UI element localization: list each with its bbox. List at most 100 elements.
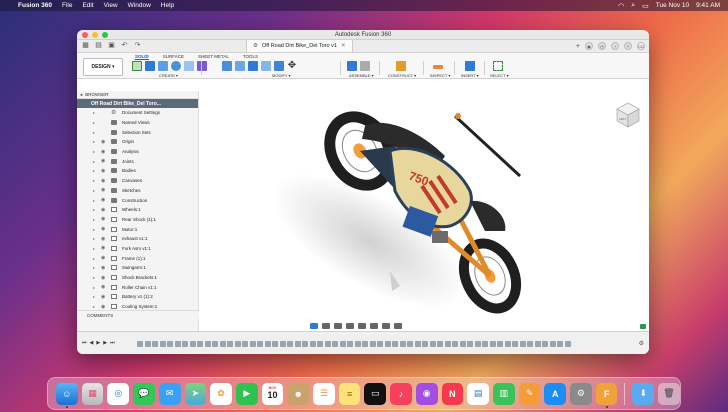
pages-icon[interactable]: ✎ bbox=[518, 382, 541, 405]
timeline-feature[interactable] bbox=[557, 341, 563, 347]
comment-icon[interactable] bbox=[640, 324, 646, 329]
wifi-icon[interactable]: ◠ bbox=[618, 2, 624, 10]
visibility-eye-icon[interactable]: ◉ bbox=[101, 158, 105, 164]
extrude-icon[interactable] bbox=[158, 61, 168, 71]
timeline-feature[interactable] bbox=[182, 341, 188, 347]
zoom-icon[interactable] bbox=[346, 323, 354, 329]
timeline-feature[interactable] bbox=[339, 341, 346, 347]
timeline-feature[interactable] bbox=[489, 341, 496, 347]
timeline-feature[interactable] bbox=[467, 341, 473, 347]
visibility-eye-icon[interactable]: ◉ bbox=[101, 236, 105, 242]
fit-icon[interactable] bbox=[358, 323, 366, 329]
timeline-feature[interactable] bbox=[542, 341, 548, 347]
expand-arrow-icon[interactable]: ▸ bbox=[93, 217, 95, 222]
timeline-feature[interactable] bbox=[422, 341, 428, 347]
timeline-feature[interactable] bbox=[152, 341, 158, 347]
new-component-icon[interactable] bbox=[145, 61, 155, 71]
orbit-icon[interactable] bbox=[310, 323, 318, 329]
zoom-window-button[interactable] bbox=[102, 32, 108, 38]
browser-header[interactable]: ◂ BROWSER bbox=[77, 91, 198, 99]
timeline-feature[interactable] bbox=[287, 341, 293, 347]
browser-tree-item[interactable]: ▸ ◉ Fork Asm v1:1 bbox=[77, 244, 198, 254]
contacts-icon[interactable]: ☻ bbox=[287, 382, 310, 405]
expand-arrow-icon[interactable]: ▸ bbox=[93, 256, 95, 261]
browser-tree-item[interactable]: ▸ Selection Sets bbox=[77, 127, 198, 137]
redo-icon[interactable]: ↷ bbox=[133, 42, 142, 50]
timeline-feature[interactable] bbox=[279, 341, 286, 347]
visibility-eye-icon[interactable]: ◉ bbox=[101, 265, 105, 271]
visibility-eye-icon[interactable]: ◉ bbox=[101, 255, 105, 261]
trash-icon[interactable]: 🗑 bbox=[658, 382, 680, 405]
expand-arrow-icon[interactable]: ▸ bbox=[93, 275, 95, 280]
visibility-eye-icon[interactable]: ◉ bbox=[101, 168, 105, 174]
move-icon[interactable]: ✥ bbox=[287, 61, 297, 71]
timeline-feature[interactable] bbox=[519, 341, 526, 347]
mail-icon[interactable]: ✉ bbox=[158, 382, 181, 405]
browser-tree-item[interactable]: ▸ ◉ Wheels:1 bbox=[77, 205, 198, 215]
tab-surface[interactable]: SURFACE bbox=[163, 54, 184, 60]
user-avatar[interactable]: CD bbox=[637, 42, 645, 50]
browser-tree-item[interactable]: ▸ ◉ Rear Shock (1):1 bbox=[77, 215, 198, 225]
timeline-feature[interactable] bbox=[437, 341, 443, 347]
expand-arrow-icon[interactable]: ▸ bbox=[93, 236, 95, 241]
visibility-eye-icon[interactable]: ◉ bbox=[101, 139, 105, 145]
job-status-icon[interactable]: ◷ bbox=[598, 42, 606, 50]
browser-tree-item[interactable]: ▸ ◉ Construction bbox=[77, 195, 198, 205]
browser-tree-item[interactable]: ▸ ◉ exhaust v1:1 bbox=[77, 234, 198, 244]
keynote-icon[interactable]: ▤ bbox=[467, 382, 489, 405]
safari-icon[interactable]: ◎ bbox=[107, 382, 130, 405]
create-group-label[interactable]: CREATE ▾ bbox=[159, 73, 178, 78]
viewcube-icon[interactable]: LEFT bbox=[615, 101, 641, 129]
numbers-icon[interactable]: ▥ bbox=[492, 382, 515, 405]
shell-icon[interactable] bbox=[261, 61, 271, 71]
pan-icon[interactable] bbox=[334, 323, 342, 329]
expand-arrow-icon[interactable]: ▸ bbox=[93, 110, 95, 115]
browser-tree-item[interactable]: ▸ ◉ Joints bbox=[77, 156, 198, 166]
visibility-eye-icon[interactable]: ◉ bbox=[101, 226, 105, 232]
browser-tree-item[interactable]: ▸ Named Views bbox=[77, 118, 198, 128]
timeline-feature[interactable] bbox=[497, 341, 503, 347]
menubar-time[interactable]: 9:41 AM bbox=[696, 2, 720, 9]
photos-icon[interactable]: ✿ bbox=[210, 382, 232, 405]
timeline-feature[interactable] bbox=[174, 341, 181, 347]
create-sketch-icon[interactable] bbox=[132, 61, 142, 71]
viewports-icon[interactable] bbox=[394, 323, 402, 329]
timeline-feature[interactable] bbox=[309, 341, 316, 347]
press-pull-icon[interactable] bbox=[222, 61, 232, 71]
design-canvas[interactable]: 750 LEFT bbox=[200, 91, 649, 331]
fillet-icon[interactable] bbox=[235, 61, 245, 71]
tab-sheet-metal[interactable]: SHEET METAL bbox=[198, 54, 229, 60]
downloads-icon[interactable]: ⬇ bbox=[632, 382, 655, 405]
menu-app-name[interactable]: Fusion 360 bbox=[18, 2, 52, 9]
visibility-eye-icon[interactable]: ◉ bbox=[101, 197, 105, 203]
look-at-icon[interactable] bbox=[322, 323, 330, 329]
podcasts-icon[interactable]: ◉ bbox=[415, 382, 438, 405]
fusion-360-icon[interactable]: F bbox=[595, 382, 618, 408]
timeline-feature[interactable] bbox=[452, 341, 458, 347]
expand-arrow-icon[interactable]: ▸ bbox=[93, 227, 95, 232]
notes-icon[interactable]: ≡ bbox=[338, 382, 361, 405]
expand-arrow-icon[interactable]: ▸ bbox=[93, 168, 95, 173]
music-icon[interactable]: ♪ bbox=[390, 382, 412, 405]
timeline-feature[interactable] bbox=[407, 341, 413, 347]
insert-group-label[interactable]: INSERT ▾ bbox=[461, 73, 479, 78]
form-icon[interactable] bbox=[197, 61, 207, 71]
menubar-date[interactable]: Tue Nov 10 bbox=[656, 2, 689, 9]
news-icon[interactable]: N bbox=[441, 382, 464, 405]
browser-root-item[interactable]: Off Road Dirt Bike_Del Toro... bbox=[77, 99, 198, 108]
control-center-icon[interactable]: ▭ bbox=[642, 2, 649, 10]
calendar-icon[interactable]: NOV 10 bbox=[261, 382, 284, 405]
document-tab[interactable]: ⚙ Off Road Dirt Bike_Del Toro v1 ✕ bbox=[246, 40, 353, 52]
timeline-feature[interactable] bbox=[197, 341, 203, 347]
assemble-group-label[interactable]: ASSEMBLE ▾ bbox=[349, 73, 374, 78]
collapse-icon[interactable]: ◂ bbox=[80, 92, 82, 98]
timeline-feature[interactable] bbox=[414, 341, 421, 347]
timeline-feature[interactable] bbox=[459, 341, 466, 347]
launchpad-icon[interactable]: ▦ bbox=[81, 382, 104, 405]
grid-settings-icon[interactable] bbox=[382, 323, 390, 329]
visibility-eye-icon[interactable]: ◉ bbox=[101, 178, 105, 184]
timeline-feature[interactable] bbox=[242, 341, 248, 347]
timeline-feature[interactable] bbox=[429, 341, 436, 347]
timeline-feature[interactable] bbox=[362, 341, 368, 347]
save-icon[interactable]: ▣ bbox=[107, 42, 116, 50]
